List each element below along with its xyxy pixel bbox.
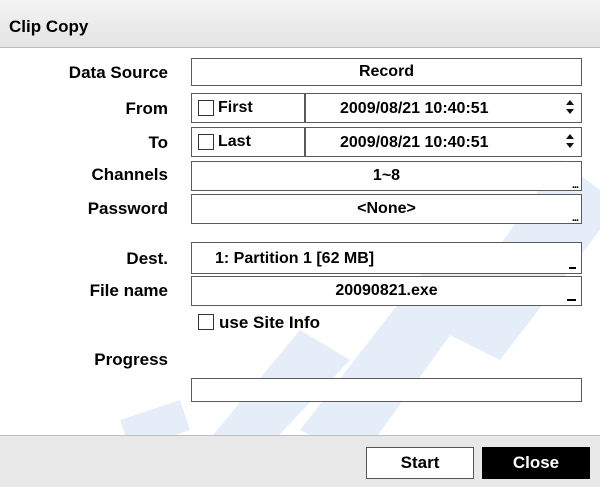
channels-field[interactable]: 1~8 ...	[191, 161, 582, 191]
use-site-info-label: use Site Info	[219, 313, 321, 332]
to-label: To	[148, 133, 168, 152]
clip-copy-dialog: Clip Copy Data Source Record From First …	[0, 0, 600, 487]
to-last-label: Last	[218, 133, 251, 150]
to-last-checkbox-field[interactable]: Last	[191, 127, 305, 157]
data-source-label: Data Source	[68, 63, 168, 82]
close-button[interactable]: Close	[482, 447, 590, 479]
from-first-checkbox-field[interactable]: First	[191, 93, 305, 123]
data-source-field[interactable]: Record	[191, 58, 582, 86]
from-label: From	[125, 99, 169, 118]
ellipsis-icon: ...	[571, 212, 579, 224]
file-name-value: 20090821.exe	[335, 282, 438, 299]
password-value: <None>	[357, 200, 416, 217]
close-button-label: Close	[512, 453, 560, 472]
from-spinner-icon[interactable]	[565, 100, 575, 116]
channels-label: Channels	[91, 165, 168, 184]
start-button-label: Start	[400, 453, 440, 472]
edit-indicator-icon	[567, 299, 576, 301]
channels-value: 1~8	[372, 167, 401, 184]
dest-value: 1: Partition 1 [62 MB]	[215, 250, 375, 267]
data-source-value: Record	[358, 63, 415, 80]
from-first-checkbox[interactable]	[198, 100, 214, 116]
dialog-title: Clip Copy	[9, 17, 89, 36]
file-name-label: File name	[89, 281, 168, 300]
dest-label: Dest.	[126, 249, 168, 268]
to-spinner-icon[interactable]	[565, 134, 575, 150]
title-bar: Clip Copy	[0, 0, 600, 48]
password-label: Password	[87, 199, 168, 218]
to-datetime-value: 2009/08/21 10:40:51	[340, 134, 489, 151]
ellipsis-icon: ...	[571, 179, 579, 191]
use-site-info-checkbox[interactable]	[198, 314, 214, 330]
progress-label: Progress	[94, 350, 168, 369]
to-datetime-field[interactable]: 2009/08/21 10:40:51	[305, 127, 582, 157]
progress-bar	[191, 378, 582, 402]
to-last-checkbox[interactable]	[198, 134, 214, 150]
from-datetime-field[interactable]: 2009/08/21 10:40:51	[305, 93, 582, 123]
from-first-label: First	[218, 99, 253, 116]
file-name-field[interactable]: 20090821.exe	[191, 276, 582, 306]
dest-dropdown[interactable]: 1: Partition 1 [62 MB]	[191, 242, 582, 274]
dropdown-indicator-icon	[569, 267, 576, 269]
start-button[interactable]: Start	[366, 447, 474, 479]
password-field[interactable]: <None> ...	[191, 194, 582, 224]
from-datetime-value: 2009/08/21 10:40:51	[340, 100, 489, 117]
